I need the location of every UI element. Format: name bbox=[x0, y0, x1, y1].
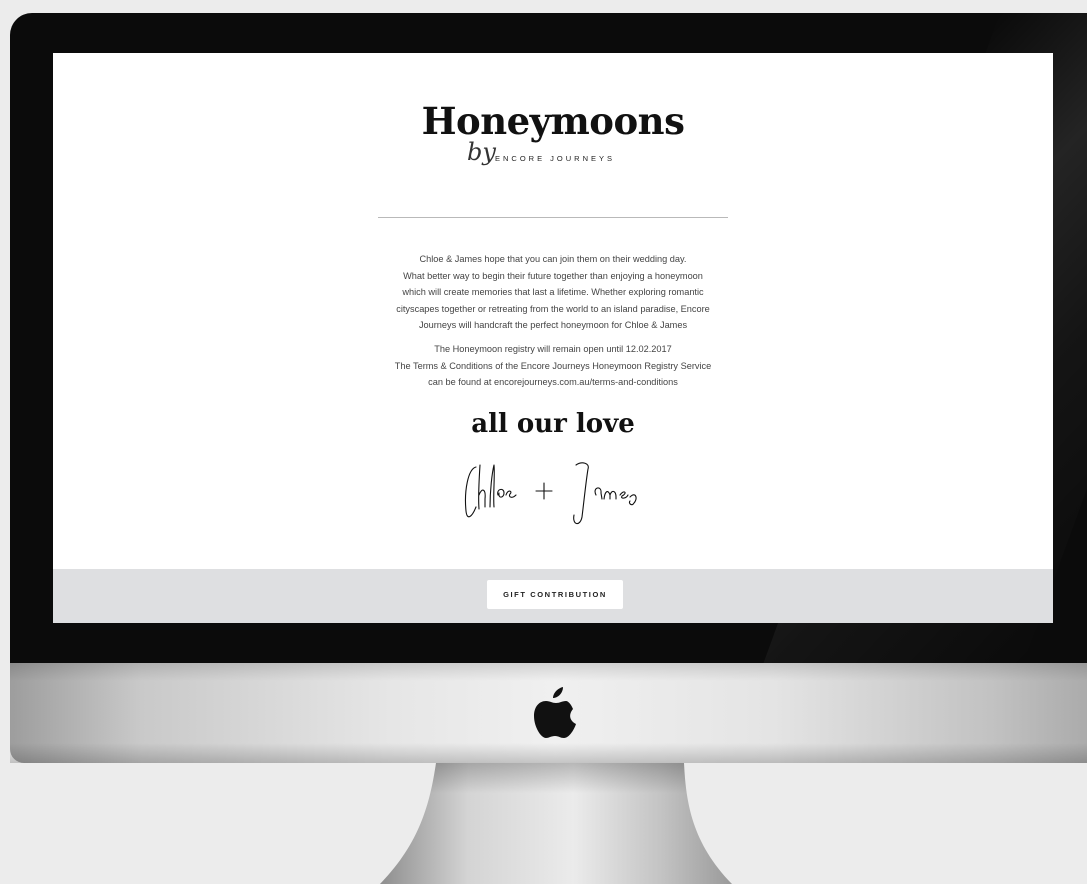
registry-line: The Honeymoon registry will remain open … bbox=[434, 344, 672, 354]
closing-heading: all our love bbox=[471, 409, 635, 439]
brand-by-script: by bbox=[467, 138, 496, 166]
footer-band: GIFT CONTRIBUTION bbox=[53, 569, 1053, 623]
apple-logo-icon bbox=[534, 687, 576, 738]
registry-info: The Honeymoon registry will remain open … bbox=[343, 341, 763, 391]
intro-line: What better way to begin their future to… bbox=[403, 270, 703, 281]
brand-subtitle: ENCORE JOURNEYS bbox=[495, 154, 616, 163]
intro-paragraph: Chloe & James hope that you can join the… bbox=[343, 251, 763, 334]
section-divider bbox=[378, 217, 728, 218]
registry-line: can be found at encorejourneys.com.au/te… bbox=[428, 377, 678, 388]
brand-title: Honeymoons bbox=[421, 99, 685, 143]
intro-line: Journeys will handcraft the perfect hone… bbox=[418, 320, 688, 331]
monitor-stand bbox=[380, 763, 732, 884]
intro-line: cityscapes together or retreating from t… bbox=[396, 303, 710, 314]
monitor-screen: Honeymoons by ENCORE JOURNEYS Chloe & Ja… bbox=[53, 53, 1053, 623]
intro-line: which will create memories that last a l… bbox=[402, 287, 704, 298]
gift-contribution-button[interactable]: GIFT CONTRIBUTION bbox=[487, 580, 623, 609]
intro-line: Chloe & James hope that you can join the… bbox=[419, 254, 687, 264]
registry-line: The Terms & Conditions of the Encore Jou… bbox=[394, 360, 712, 371]
monitor-chin bbox=[10, 663, 1087, 763]
signature-chloe-james bbox=[464, 462, 637, 525]
invitation-page: Honeymoons by ENCORE JOURNEYS Chloe & Ja… bbox=[53, 53, 1053, 569]
